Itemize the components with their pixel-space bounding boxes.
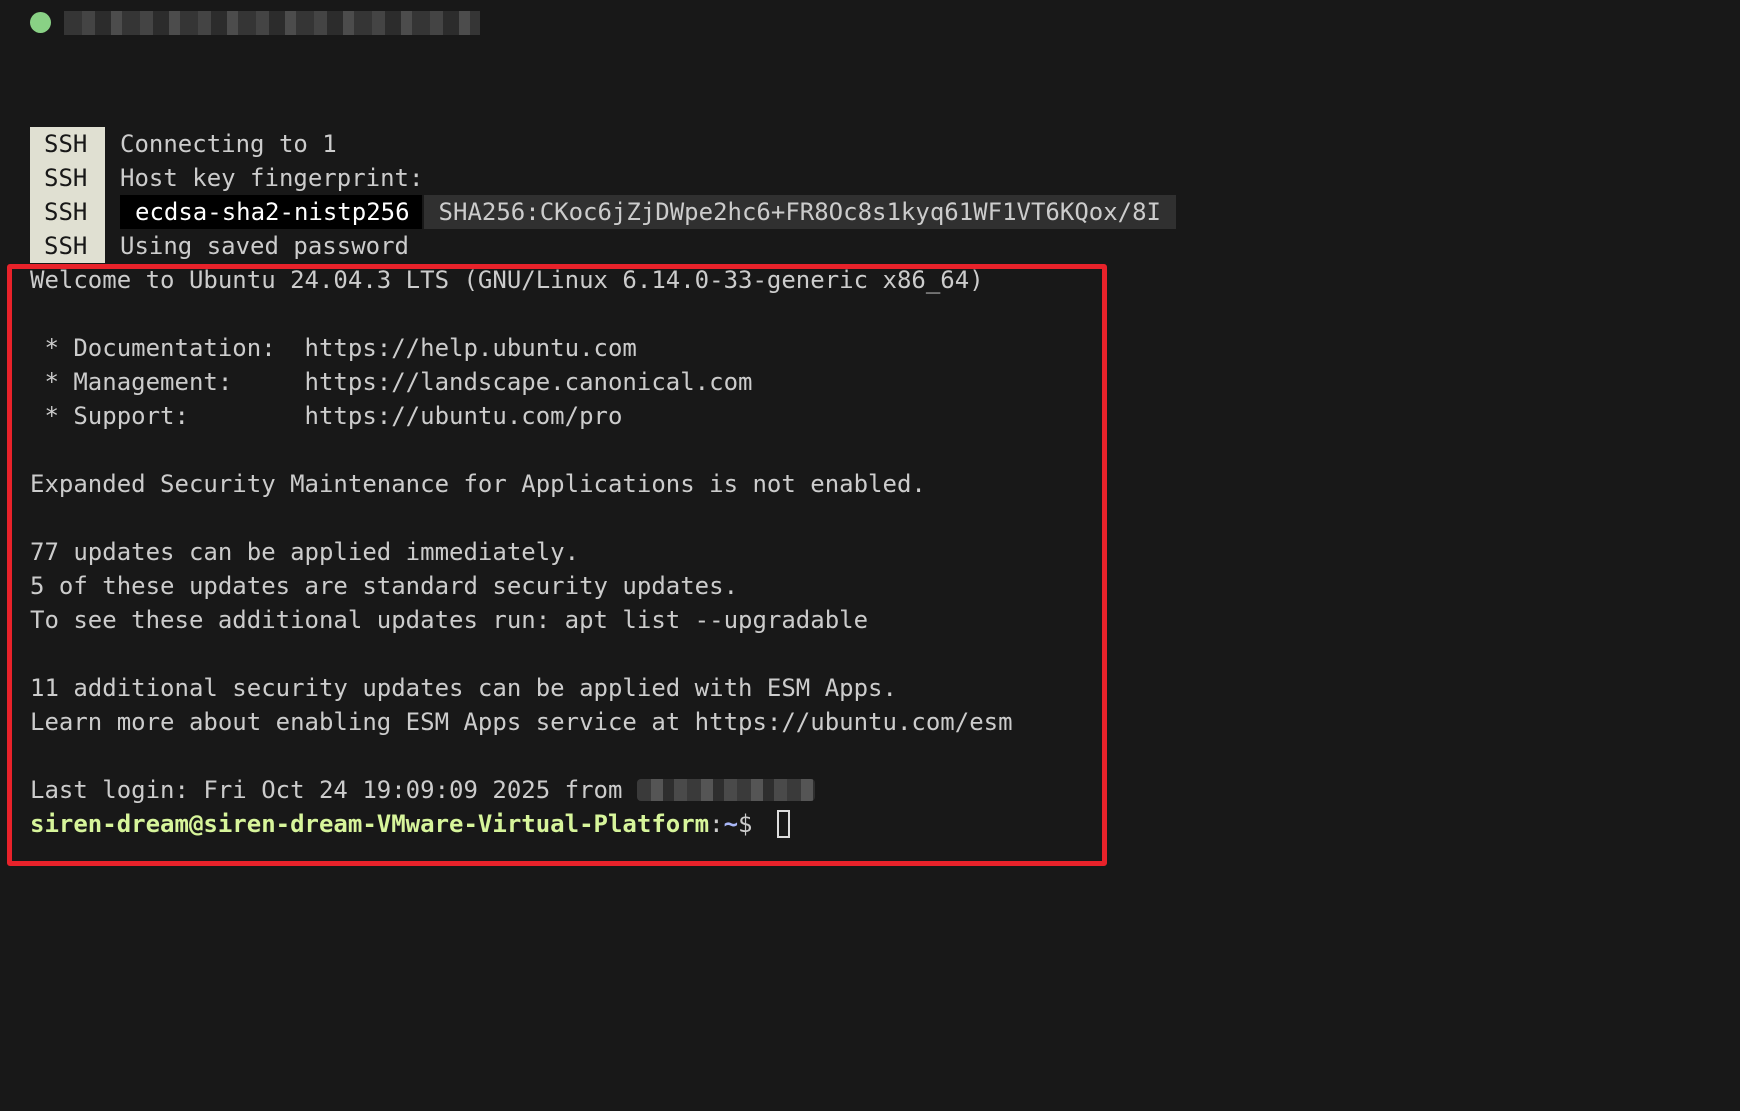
motd-updates-count: 77 updates can be applied immediately. <box>30 538 580 566</box>
connection-status-icon <box>30 12 51 33</box>
ssh-line-fingerprint: SSH Host key fingerprint: <box>30 161 1710 195</box>
last-login-text: Last login: Fri Oct 24 19:09:09 2025 fro… <box>30 776 637 804</box>
ssh-line-key: SSH ecdsa-sha2-nistp256 SHA256:CKoc6jZjDWp… <box>30 195 1710 229</box>
motd-esm-updates: 11 additional security updates can be ap… <box>30 674 897 702</box>
ssh-tag: SSH <box>30 229 105 263</box>
motd-esm-status: Expanded Security Maintenance for Applic… <box>30 470 926 498</box>
ssh-password-text: Using saved password <box>120 232 409 260</box>
ssh-tag: SSH <box>30 195 105 229</box>
prompt-separator: : <box>709 810 724 838</box>
ssh-key-type: ecdsa-sha2-nistp256 <box>120 195 422 229</box>
shell-prompt[interactable]: siren-dream@siren-dream-VMware-Virtual-P… <box>30 807 1710 841</box>
ssh-fingerprint-label: Host key fingerprint: <box>120 164 424 192</box>
prompt-symbol: $ <box>738 810 767 838</box>
motd-support: * Support: https://ubuntu.com/pro <box>30 402 623 430</box>
ssh-connecting-text: Connecting to 1 <box>120 130 337 158</box>
motd-management: * Management: https://landscape.canonica… <box>30 368 753 396</box>
ssh-line-password: SSH Using saved password <box>30 229 1710 263</box>
terminal-cursor[interactable] <box>776 810 790 838</box>
ssh-line-connecting: SSH Connecting to 1 <box>30 127 1710 161</box>
motd-docs: * Documentation: https://help.ubuntu.com <box>30 334 637 362</box>
motd-security-updates: 5 of these updates are standard security… <box>30 572 739 600</box>
prompt-path: ~ <box>723 810 739 838</box>
ssh-tag: SSH <box>30 127 105 161</box>
ssh-tag: SSH <box>30 161 105 195</box>
prompt-user-host: siren-dream@siren-dream-VMware-Virtual-P… <box>30 810 710 838</box>
terminal-output[interactable]: SSH Connecting to 1 SSH Host key fingerpri… <box>30 127 1710 841</box>
motd-esm-learn: Learn more about enabling ESM Apps servi… <box>30 708 1013 736</box>
redacted-window-title <box>64 11 480 35</box>
ssh-key-hash: SHA256:CKoc6jZjDWpe2hc6+FR8Oc8s1kyq61WF1… <box>423 195 1177 229</box>
motd-last-login: Last login: Fri Oct 24 19:09:09 2025 fro… <box>30 773 1710 807</box>
redacted-ip-address <box>636 779 815 801</box>
motd-see-updates: To see these additional updates run: apt… <box>30 606 869 634</box>
motd-welcome: Welcome to Ubuntu 24.04.3 LTS (GNU/Linux… <box>30 266 984 294</box>
